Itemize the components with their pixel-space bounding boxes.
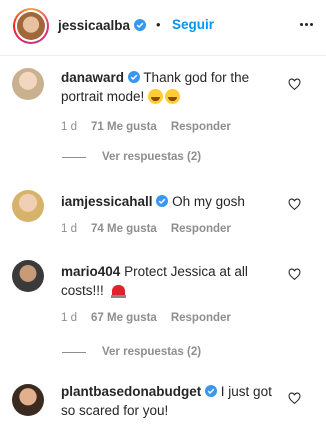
comment-likes[interactable]: 67 Me gusta — [91, 312, 157, 324]
comment-meta: 1 d 74 Me gusta Responder — [61, 223, 231, 235]
comment-likes[interactable]: 71 Me gusta — [91, 121, 157, 133]
heart-outline-icon[interactable] — [288, 392, 301, 405]
comment-age[interactable]: 1 d — [61, 121, 77, 133]
heart-outline-icon[interactable] — [288, 268, 301, 281]
verified-badge-icon — [156, 195, 169, 207]
comment-likes[interactable]: 74 Me gusta — [91, 223, 157, 235]
police-light-emoji-icon — [110, 285, 126, 298]
heart-outline-icon[interactable] — [288, 78, 301, 91]
reply-button[interactable]: Responder — [171, 223, 231, 235]
view-replies-button[interactable]: Ver respuestas (2) — [62, 151, 201, 163]
commenter-avatar[interactable] — [12, 190, 44, 222]
profile-username[interactable]: jessicaalba — [58, 18, 146, 33]
laughing-emoji-icon — [148, 89, 164, 104]
comment-username[interactable]: plantbasedonabudget — [61, 384, 201, 399]
comment-username[interactable]: danaward — [61, 70, 124, 85]
comment-username[interactable]: iamjessicahall — [61, 194, 153, 209]
replies-divider — [62, 156, 86, 158]
verified-badge-icon — [133, 19, 146, 31]
follow-button[interactable]: Seguir — [172, 17, 214, 32]
comment-text: plantbasedonabudget I just got so scared… — [61, 382, 281, 420]
commenter-avatar[interactable] — [12, 68, 44, 100]
comment-text: danaward Thank god for the portrait mode… — [61, 68, 281, 106]
commenter-avatar[interactable] — [12, 384, 44, 416]
heart-outline-icon[interactable] — [288, 198, 301, 211]
comment-age[interactable]: 1 d — [61, 312, 77, 324]
replies-divider — [62, 351, 86, 353]
more-options-icon[interactable] — [296, 14, 316, 34]
commenter-avatar[interactable] — [12, 260, 44, 292]
post-header: jessicaalba • Seguir — [0, 0, 326, 56]
verified-badge-icon — [127, 71, 140, 83]
comment-meta: 1 d 67 Me gusta Responder — [61, 312, 231, 324]
profile-avatar[interactable] — [13, 8, 49, 44]
avatar-image — [17, 12, 45, 40]
comment-text: iamjessicahall Oh my gosh — [61, 192, 281, 211]
reply-button[interactable]: Responder — [171, 121, 231, 133]
comment-age[interactable]: 1 d — [61, 223, 77, 235]
comment-body: Oh my gosh — [172, 194, 245, 209]
laughing-emoji-icon — [165, 89, 181, 104]
separator-dot: • — [156, 17, 161, 32]
comment-text: mario404 Protect Jessica at all costs!!! — [61, 262, 281, 300]
verified-badge-icon — [205, 385, 218, 397]
comment-username[interactable]: mario404 — [61, 264, 120, 279]
view-replies-button[interactable]: Ver respuestas (2) — [62, 346, 201, 358]
comment-meta: 1 d 71 Me gusta Responder — [61, 121, 231, 133]
reply-button[interactable]: Responder — [171, 312, 231, 324]
